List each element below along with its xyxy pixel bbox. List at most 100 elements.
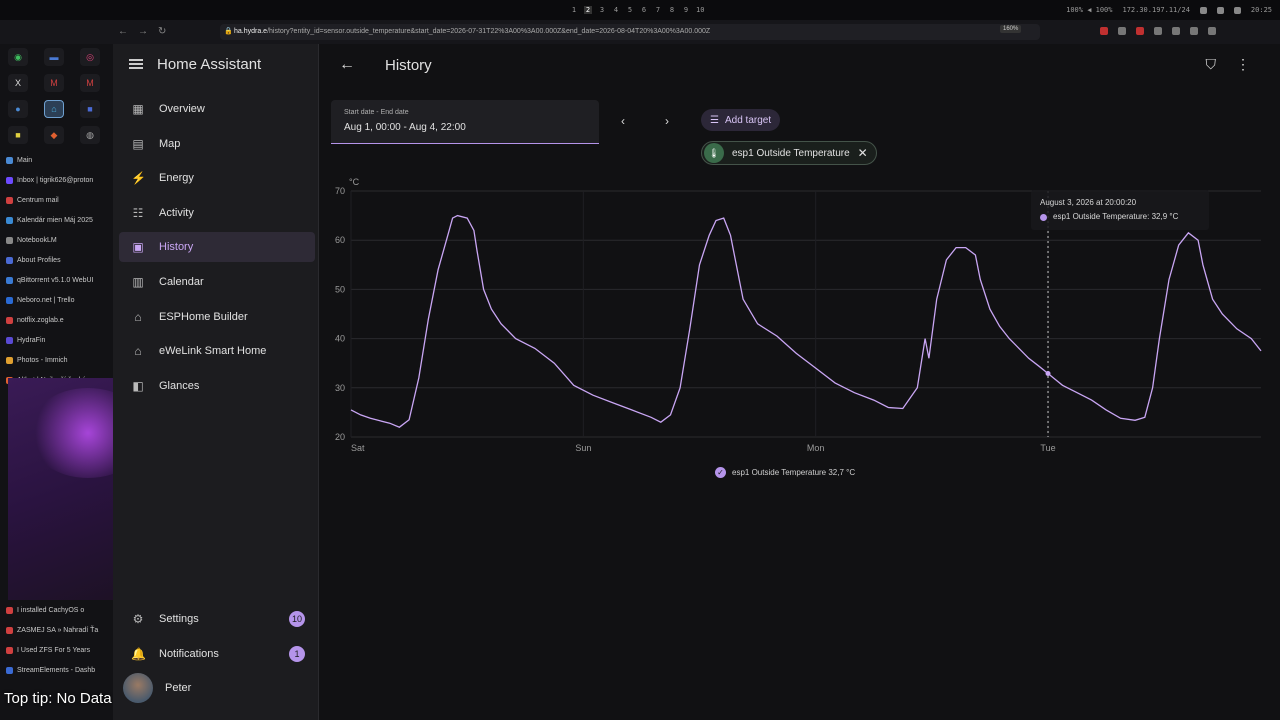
sidebar-item-history[interactable]: ▣ History [119,232,315,262]
date-range-picker[interactable]: Start date - End date Aug 1, 00:00 - Aug… [331,100,599,144]
settings-badge: 10 [288,611,305,627]
x-tick-label: Sun [575,443,591,453]
sidebar-item-activity[interactable]: ☷ Activity [119,198,315,228]
sidebar-item-notifications[interactable]: 🔔 Notifications 1 [119,639,315,669]
zoom-indicator[interactable]: 160% [1000,25,1022,33]
workspace-item[interactable]: 3 [598,6,606,14]
extension-icon[interactable] [1136,27,1144,35]
browser-tab-label: notflix.zoglab.e [17,316,64,324]
sidebar-item-calendar[interactable]: ▥ Calendar [119,267,315,297]
back-arrow-icon[interactable]: ← [339,56,355,74]
sidebar-item-energy[interactable]: ⚡ Energy [119,163,315,193]
sidebar-item-ewelink-smart-home[interactable]: ⌂ eWeLink Smart Home [119,336,315,366]
x-icon[interactable]: X [8,74,28,92]
sidebar-item-glances[interactable]: ◧ Glances [119,371,315,401]
browser-tab[interactable]: Kalendár mien Máj 2025 [6,210,110,230]
glances-icon: ◧ [132,379,144,393]
workspace-item[interactable]: 7 [654,6,662,14]
workspace-item[interactable]: 6 [640,6,648,14]
chevron-right-icon[interactable]: › [665,114,669,128]
browser-tab[interactable]: HydraFin [6,330,110,350]
more-options-icon[interactable]: ⋮ [1236,56,1250,73]
sidebar-item-label: Glances [159,380,200,392]
browser-tab[interactable]: StreamElements - Dashb [6,660,110,680]
browser-tab[interactable]: Neboro.net | Trello [6,290,110,310]
sidebar-item-overview[interactable]: ▦ Overview [119,94,315,124]
workspace-item[interactable]: 8 [668,6,676,14]
sidebar-item-esphome-builder[interactable]: ⌂ ESPHome Builder [119,302,315,332]
workspace-item[interactable]: 5 [626,6,634,14]
favicon-icon [6,196,13,204]
browser-tab[interactable]: I installed CachyOS o [6,600,110,620]
browser-tab[interactable]: Inbox | tigrik626@proton [6,170,110,190]
browser-tab-label: Neboro.net | Trello [17,296,75,304]
browser-tab[interactable]: ZASMEJ SA » Nahradí Ťa [6,620,110,640]
legend-label: esp1 Outside Temperature 32,7 °C [732,468,856,477]
page-title: History [385,57,432,74]
top-tip-overlay: Top tip: No Data [4,690,112,707]
system-tray: 100% ◀ 100% 172.30.197.11/24 20:25 [1066,6,1272,14]
workspace-item[interactable]: 10 [696,6,704,14]
tray-icon[interactable] [1233,6,1241,14]
browser-forward-icon[interactable]: → [138,26,148,37]
check-icon: ✓ [715,467,726,478]
browser-tab-label: About Profiles [17,256,61,264]
extension-icon[interactable] [1154,27,1162,35]
close-icon[interactable]: ✕ [858,146,868,160]
browser-tab[interactable]: qBittorrent v5.1.0 WebUI [6,270,110,290]
url-domain: ha.hydra.e [234,28,268,35]
sidebar-item-profile[interactable]: Peter [119,673,315,703]
browser-tab[interactable]: NotebookLM [6,230,110,250]
whatsapp-icon[interactable]: ◉ [8,48,28,66]
homeassistant-icon[interactable]: ⌂ [44,100,64,118]
favicon-icon [6,256,13,264]
chart-legend[interactable]: ✓ esp1 Outside Temperature 32,7 °C [715,467,855,478]
chat-icon[interactable]: ● [8,100,28,118]
browser-tab[interactable]: Main [6,150,110,170]
menu-icon[interactable] [129,59,143,69]
tray-icon[interactable] [1216,6,1224,14]
browser-tab[interactable]: notflix.zoglab.e [6,310,110,330]
gitlab-icon[interactable]: ◆ [44,126,64,144]
messenger-icon[interactable]: ▬ [44,48,64,66]
app-icon[interactable]: ■ [8,126,28,144]
sidebar-item-label: Energy [159,172,194,184]
extension-icon[interactable] [1100,27,1108,35]
extension-icon[interactable] [1190,27,1198,35]
browser-tab[interactable]: About Profiles [6,250,110,270]
sidebar-item-map[interactable]: ▤ Map [119,129,315,159]
avatar [123,673,153,703]
browser-tab[interactable]: Centrum mail [6,190,110,210]
browser-back-icon[interactable]: ← [118,26,128,37]
tray-icon[interactable] [1199,6,1207,14]
gmail-icon[interactable]: M [80,74,100,92]
app-icon[interactable]: ◍ [80,126,100,144]
extension-icon[interactable] [1208,27,1216,35]
workspace-item[interactable]: 9 [682,6,690,14]
workspace-switcher[interactable]: 1 2 3 4 5 6 7 8 9 10 [570,6,704,14]
sidebar-item-settings[interactable]: ⚙ Settings 10 [119,604,315,634]
extension-icon[interactable] [1118,27,1126,35]
filter-remove-icon[interactable]: ⛉ [1206,56,1217,73]
workspace-item[interactable]: 2 [584,6,592,14]
series-color-dot [1040,214,1047,221]
instagram-icon[interactable]: ◎ [80,48,100,66]
reload-icon[interactable]: ↻ [158,26,166,37]
date-range-value: Aug 1, 00:00 - Aug 4, 22:00 [344,122,466,133]
browser-tab[interactable]: Photos - Immich [6,350,110,370]
workspace-item[interactable]: 1 [570,6,578,14]
calendar-icon: ▥ [132,275,144,289]
entity-chip[interactable]: 🌡 esp1 Outside Temperature ✕ [701,141,877,165]
browser-tab[interactable]: I Used ZFS For 5 Years [6,640,110,660]
favicon-icon [6,316,13,324]
chevron-left-icon[interactable]: ‹ [621,114,625,128]
favicon-icon [6,216,13,224]
workspace-item[interactable]: 4 [612,6,620,14]
app-icon[interactable]: ■ [80,100,100,118]
sidebar-item-label: ESPHome Builder [159,311,248,323]
extension-icon[interactable] [1172,27,1180,35]
y-tick-label: 30 [335,383,345,393]
gmail-icon[interactable]: M [44,74,64,92]
address-bar[interactable]: 🔒 ha.hydra.e/history?entity_id=sensor.ou… [220,24,1040,40]
add-target-button[interactable]: ☰ Add target [701,109,781,131]
